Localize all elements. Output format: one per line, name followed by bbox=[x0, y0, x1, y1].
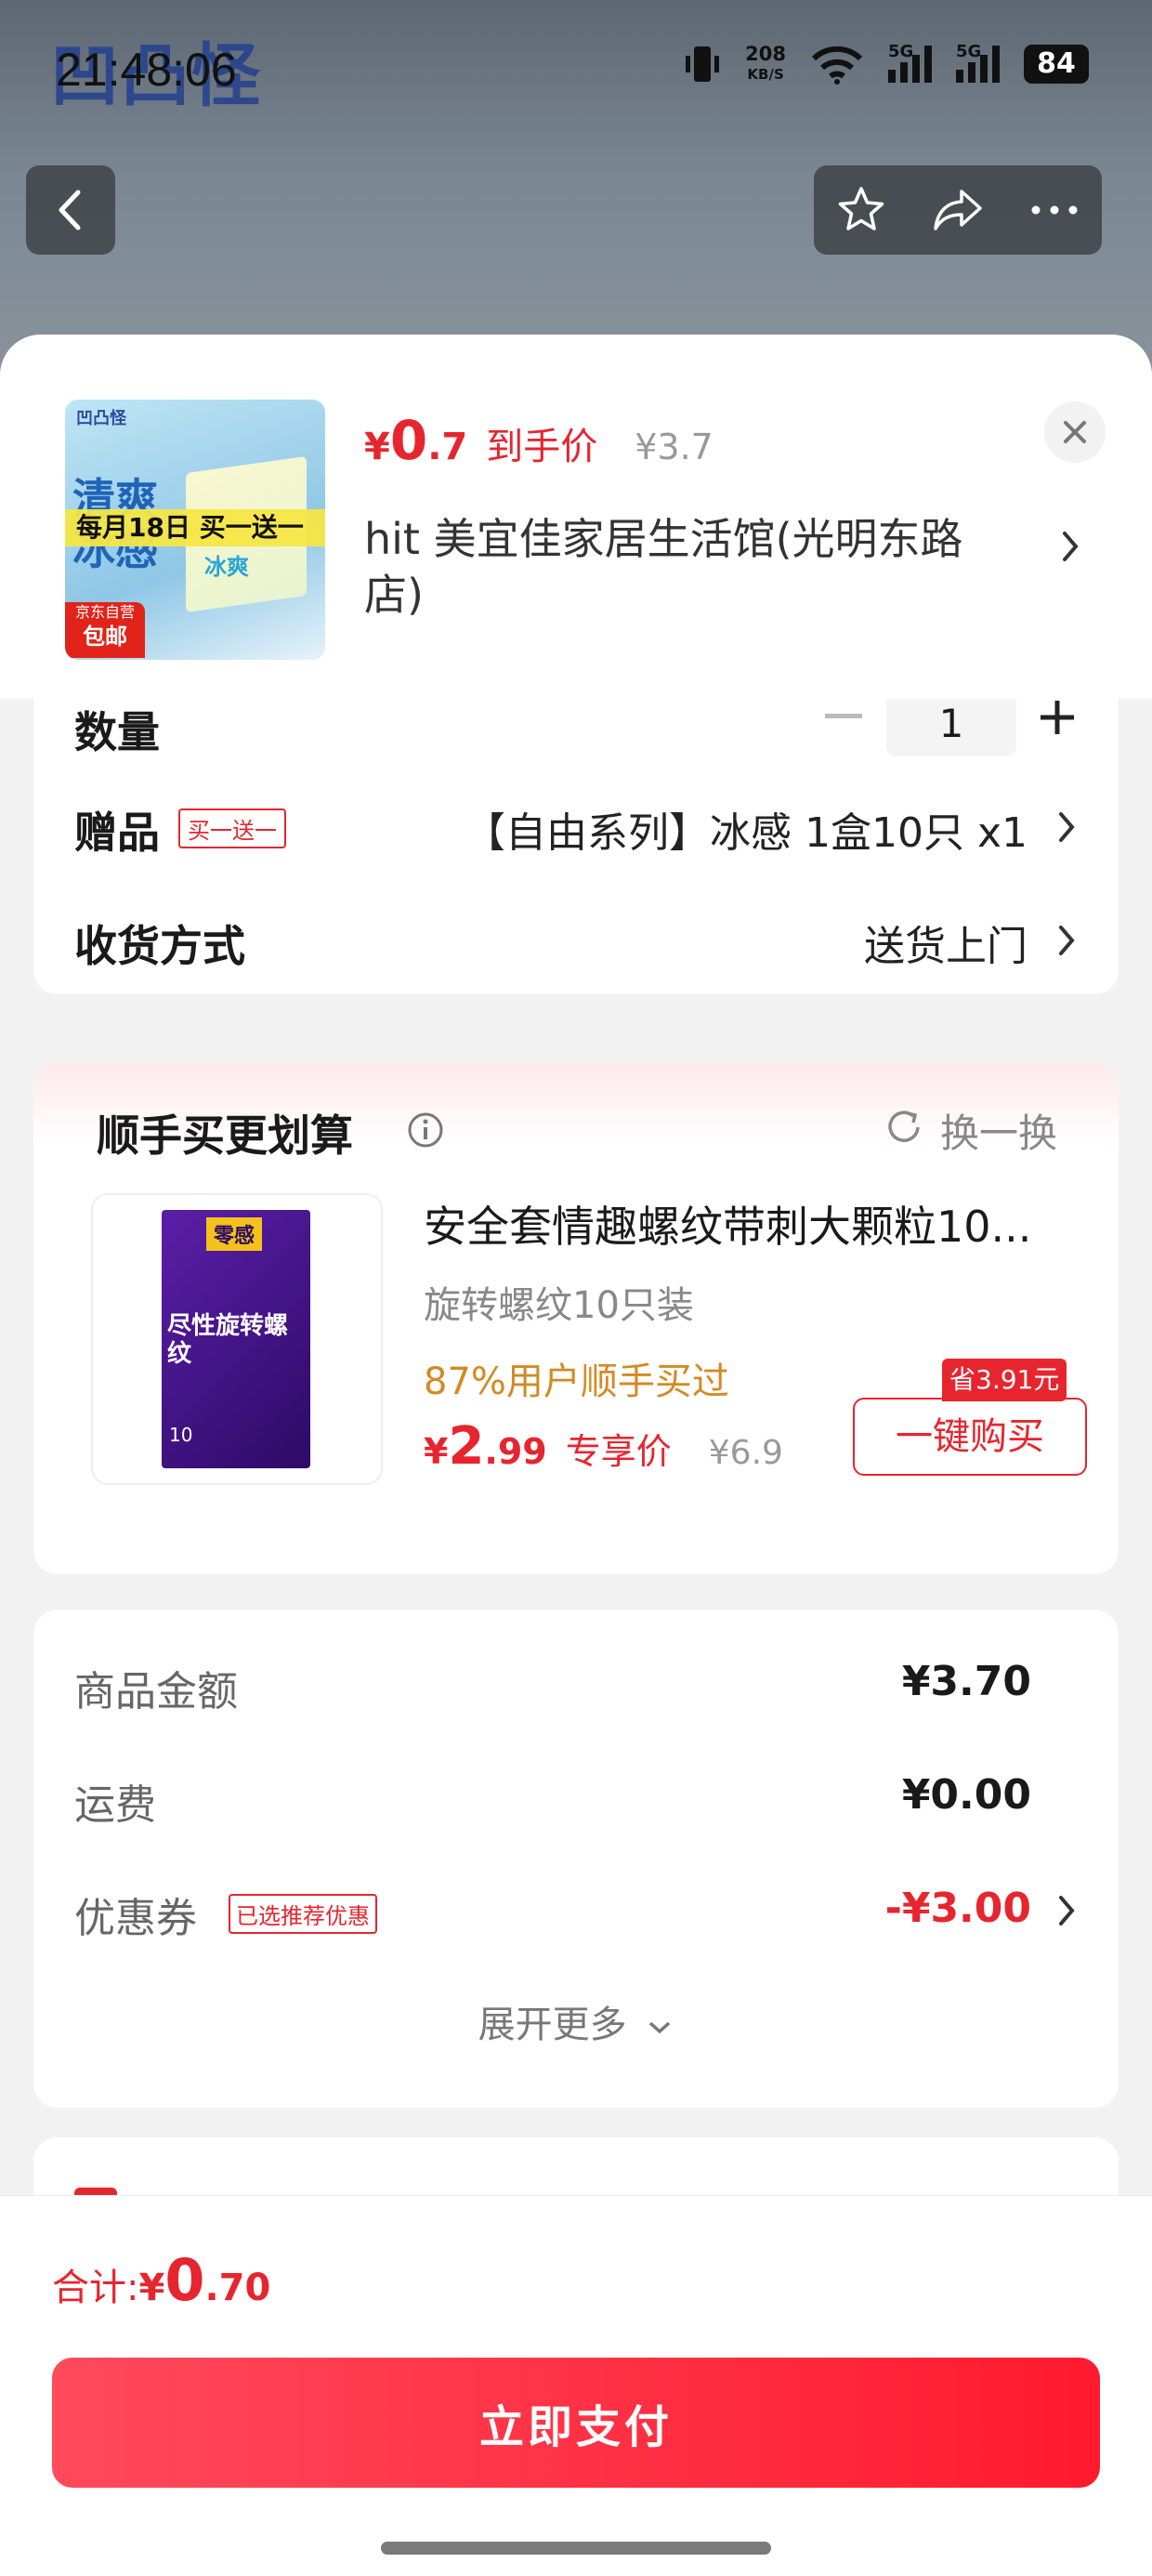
one-click-buy-button[interactable]: 一键购买 bbox=[853, 1398, 1087, 1476]
status-time: 21:48:06 bbox=[56, 44, 237, 96]
thumb-promo-banner: 每月18日 买一送一 bbox=[65, 509, 325, 546]
chevron-left-icon bbox=[59, 190, 81, 230]
thumb-brand: 凹凸怪 bbox=[76, 409, 126, 428]
thumb-tag: 京东自营 包邮 bbox=[65, 602, 145, 658]
quantity-input[interactable]: 1 bbox=[886, 691, 1016, 756]
more-icon[interactable] bbox=[1028, 201, 1080, 219]
product-header: 凹凸怪 冰爽 清爽 冰感 每月18日 买一送一 京东自营 包邮 ¥ 0 .7 到手… bbox=[0, 335, 1152, 699]
product-price: ¥ 0 .7 到手价 ¥3.7 bbox=[364, 409, 713, 472]
shop-name[interactable]: hit 美宜佳家居生活馆(光明东路店) bbox=[364, 511, 1015, 623]
info-icon[interactable] bbox=[407, 1111, 444, 1149]
close-icon bbox=[1064, 421, 1086, 443]
top-actions bbox=[814, 165, 1102, 255]
bundle-card: 顺手买更划算 换一换 零感 尽性旋转螺纹 10 安全套情趣螺纹带刺大颗粒10..… bbox=[33, 1063, 1119, 1574]
gift-value[interactable]: 【自由系列】冰感 1盒10只 x1 bbox=[465, 799, 1028, 859]
shipping-value: ¥0.00 bbox=[901, 1771, 1031, 1819]
save-badge: 省3.91元 bbox=[942, 1359, 1067, 1401]
coupon-badge: 已选推荐优惠 bbox=[229, 1894, 377, 1934]
bundle-item-name[interactable]: 安全套情趣螺纹带刺大颗粒10... bbox=[424, 1193, 1083, 1255]
bundle-original-price: ¥6.9 bbox=[708, 1434, 783, 1472]
wifi-icon bbox=[811, 46, 863, 85]
delivery-label: 收货方式 bbox=[74, 921, 245, 971]
refresh-button[interactable]: 换一换 bbox=[940, 1102, 1057, 1159]
options-card: 数量 1 赠品 买一送一 【自由系列】冰感 1盒10只 x1 收货方式 送货上门 bbox=[33, 669, 1119, 994]
original-price: ¥3.7 bbox=[635, 427, 713, 467]
back-button[interactable] bbox=[26, 165, 115, 255]
delivery-value[interactable]: 送货上门 bbox=[864, 913, 1028, 972]
home-indicator[interactable] bbox=[381, 2542, 771, 2555]
signal-1: 5G bbox=[888, 42, 932, 83]
summary-card: 商品金额 ¥3.70 运费 ¥0.00 优惠券 已选推荐优惠 -¥3.00 展开… bbox=[33, 1610, 1119, 2108]
star-icon[interactable] bbox=[835, 184, 887, 236]
shipping-label: 运费 bbox=[74, 1781, 156, 1829]
network-speed: 208 KB/S bbox=[745, 43, 786, 83]
coupon-value[interactable]: -¥3.00 bbox=[885, 1885, 1031, 1932]
product-thumbnail: 凹凸怪 冰爽 清爽 冰感 每月18日 买一送一 京东自营 包邮 bbox=[65, 400, 325, 660]
checkout-footer: 合计: ¥ 0 .70 立即支付 bbox=[0, 2195, 1152, 2576]
bundle-item-price: ¥ 2 .99 专享价 ¥6.9 bbox=[424, 1416, 783, 1477]
quantity-minus-button[interactable] bbox=[825, 714, 862, 718]
battery-icon: 84 bbox=[1024, 45, 1089, 84]
plus-icon[interactable] bbox=[1037, 697, 1078, 738]
goods-amount-value: ¥3.70 bbox=[901, 1658, 1031, 1705]
goods-amount-label: 商品金额 bbox=[74, 1668, 238, 1715]
chevron-right-icon[interactable] bbox=[1055, 808, 1078, 846]
chevron-right-icon[interactable] bbox=[1055, 922, 1078, 959]
status-icons: 208 KB/S 5G 5G 84 bbox=[684, 42, 1089, 85]
gift-badge: 买一送一 bbox=[178, 808, 286, 848]
bundle-item-thumbnail[interactable]: 零感 尽性旋转螺纹 10 bbox=[91, 1193, 383, 1485]
condom-box-image: 零感 尽性旋转螺纹 10 bbox=[162, 1210, 310, 1468]
coupon-label: 优惠券 bbox=[74, 1895, 197, 1942]
close-button[interactable] bbox=[1044, 401, 1106, 463]
chevron-right-icon[interactable] bbox=[1055, 1892, 1078, 1929]
chevron-down-icon bbox=[649, 2021, 671, 2034]
pay-now-button[interactable]: 立即支付 bbox=[52, 2358, 1100, 2488]
vibrate-icon bbox=[686, 46, 720, 82]
total-price: 合计: ¥ 0 .70 bbox=[52, 2246, 271, 2314]
gift-label: 赠品 bbox=[74, 808, 160, 858]
status-bar: 21:48:06 208 KB/S 5G 5G 84 bbox=[0, 0, 1152, 139]
quantity-label: 数量 bbox=[74, 707, 160, 757]
chevron-right-icon[interactable] bbox=[1059, 528, 1081, 565]
bundle-title: 顺手买更划算 bbox=[97, 1111, 353, 1161]
expand-more-button[interactable]: 展开更多 bbox=[33, 1994, 1119, 2048]
signal-2: 5G bbox=[956, 42, 1000, 83]
bundle-item-stat: 87%用户顺手买过 bbox=[424, 1360, 729, 1403]
share-icon[interactable] bbox=[930, 184, 986, 236]
refresh-icon[interactable] bbox=[883, 1106, 925, 1149]
bundle-item-spec: 旋转螺纹10只装 bbox=[424, 1284, 694, 1327]
